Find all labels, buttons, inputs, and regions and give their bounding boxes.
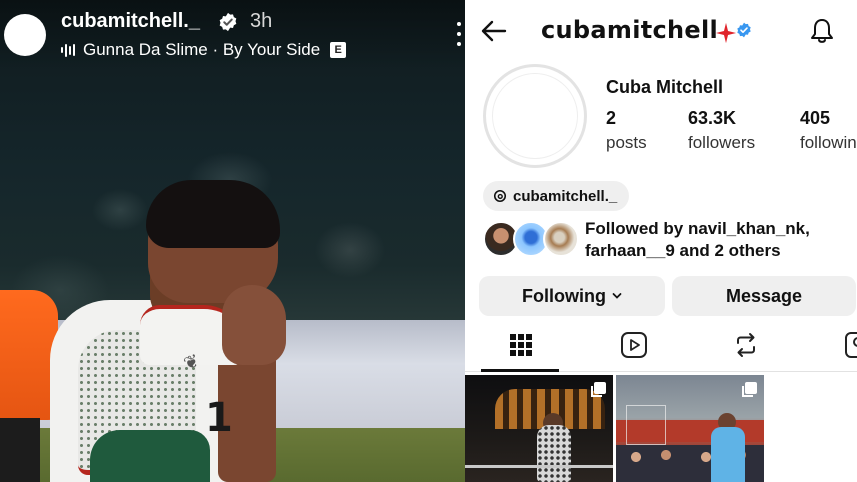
post-goal-net — [626, 405, 666, 445]
player-hair — [146, 180, 280, 248]
stat-followers[interactable]: 63.3K followers — [688, 108, 755, 153]
verified-badge-icon — [219, 12, 237, 32]
story-music-label[interactable]: Gunna Da Slime · By Your Side E — [61, 40, 347, 60]
story-music-text: Gunna Da Slime · By Your Side — [83, 40, 321, 59]
profile-display-name: Cuba Mitchell — [606, 77, 724, 97]
explicit-badge: E — [330, 42, 347, 58]
stat-followers-label: followers — [688, 133, 756, 152]
carousel-icon — [742, 382, 757, 397]
verified-badge-icon — [737, 22, 751, 38]
message-button-label: Message — [725, 285, 803, 306]
mutual-follower-avatars[interactable] — [483, 221, 579, 259]
audio-wave-icon — [61, 43, 75, 57]
chevron-down-icon — [612, 293, 622, 299]
post-person — [537, 425, 571, 482]
story-username[interactable]: cubamitchell._ — [61, 10, 200, 33]
post-thumbnail[interactable] — [465, 375, 613, 482]
stat-following-label: following — [800, 133, 857, 152]
stat-posts[interactable]: 2 posts — [606, 108, 647, 153]
story-more-options-icon[interactable] — [456, 22, 462, 46]
following-button[interactable]: Following — [479, 276, 665, 316]
profile-header-handle: cubamitchell — [541, 16, 719, 44]
post-thumbnail[interactable] — [616, 375, 764, 482]
grid-icon[interactable] — [506, 330, 536, 360]
story-timestamp: 3h — [250, 10, 273, 32]
threads-link[interactable]: cubamitchell._ — [483, 181, 630, 211]
star-badge-icon — [715, 22, 737, 44]
repost-icon[interactable] — [731, 330, 761, 360]
threads-handle: cubamitchell._ — [513, 187, 618, 205]
stat-posts-label: posts — [606, 133, 647, 152]
jersey-number: 1 — [205, 395, 233, 441]
player-hand — [222, 285, 286, 365]
story-avatar[interactable] — [4, 14, 46, 56]
stat-followers-value: 63.3K — [688, 108, 737, 128]
avatar — [543, 221, 579, 257]
profile-view: cubamitchell Cuba Mitchell 2 posts 63.3K… — [465, 0, 857, 482]
following-button-label: Following — [522, 285, 606, 306]
active-tab-indicator — [481, 369, 559, 372]
post-person — [711, 427, 745, 482]
threads-icon — [493, 189, 507, 203]
followed-by-text[interactable]: Followed by navil_khan_nk, farhaan__9 an… — [585, 218, 855, 262]
back-arrow-icon[interactable] — [479, 16, 509, 46]
tagged-icon[interactable] — [843, 330, 857, 360]
stat-following[interactable]: 405 following — [800, 108, 857, 153]
message-button[interactable]: Message — [672, 276, 856, 316]
stat-posts-value: 2 — [606, 108, 617, 128]
carousel-icon — [591, 382, 606, 397]
player-jersey-trim — [90, 430, 210, 482]
profile-avatar[interactable] — [483, 64, 587, 168]
story-referee-legs — [0, 418, 40, 482]
story-view: ❦ 1 cubamitchell._ 3h Gunna Da Slime · B… — [0, 0, 465, 482]
stat-following-value: 405 — [800, 108, 831, 128]
notification-bell-icon[interactable] — [807, 16, 837, 46]
post-railing — [465, 465, 613, 468]
profile-tabs — [465, 322, 857, 372]
reels-icon[interactable] — [619, 330, 649, 360]
